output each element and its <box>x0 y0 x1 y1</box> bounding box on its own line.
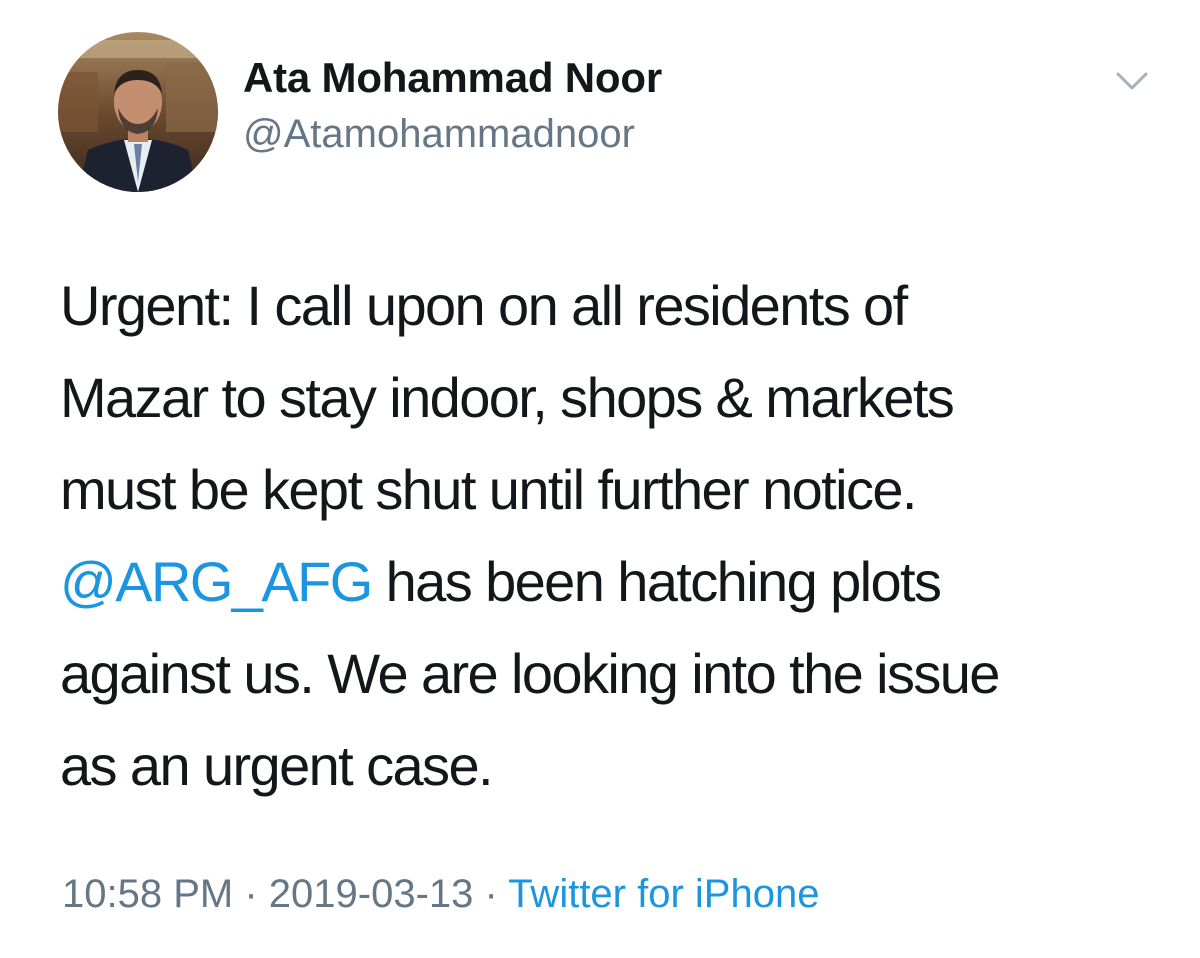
tweet-text-line: against us. We are looking into the issu… <box>60 642 1000 705</box>
tweet-text-line: Urgent: I call upon on all residents of <box>60 274 908 337</box>
tweet-text-line: as an urgent case. <box>60 734 494 797</box>
tweet-date[interactable]: 2019-03-13 <box>269 872 474 916</box>
tweet-text-line: Mazar to stay indoor, shops & markets <box>60 366 955 429</box>
tweet-text: Urgent: I call upon on all residents of … <box>60 260 1170 812</box>
tweet-text-fragment: has been hatching plots <box>371 550 942 613</box>
tweet-card: Ata Mohammad Noor @Atamohammadnoor Urgen… <box>0 0 1200 958</box>
meta-separator: · <box>233 872 269 916</box>
avatar-photo <box>58 32 218 192</box>
mention-link[interactable]: @ARG_AFG <box>60 550 373 613</box>
author-display-name[interactable]: Ata Mohammad Noor <box>243 54 662 102</box>
tweet-metadata: 10:58 PM · 2019-03-13 · Twitter for iPho… <box>62 872 819 917</box>
avatar[interactable] <box>58 32 218 192</box>
tweet-text-line: must be kept shut until further notice. <box>60 458 917 521</box>
meta-separator: · <box>473 872 509 916</box>
tweet-text-line: @ARG_AFG has been hatching plots <box>60 536 1170 628</box>
tweet-time[interactable]: 10:58 PM <box>62 872 233 916</box>
author-handle[interactable]: @Atamohammadnoor <box>243 112 635 157</box>
tweet-source-link[interactable]: Twitter for iPhone <box>508 872 819 916</box>
chevron-down-icon[interactable] <box>1112 66 1152 96</box>
